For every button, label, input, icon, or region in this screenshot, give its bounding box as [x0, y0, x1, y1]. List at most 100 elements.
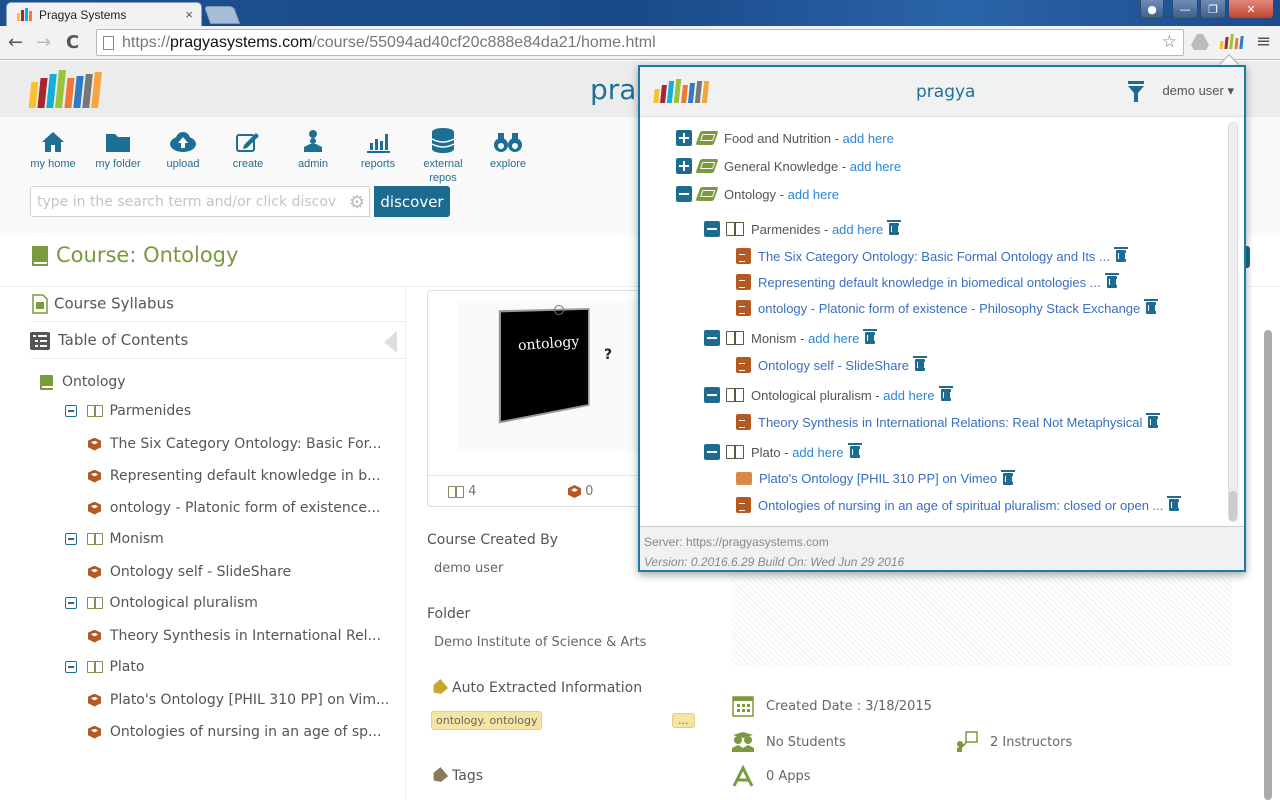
- collapse-icon[interactable]: [65, 661, 77, 673]
- filter-icon[interactable]: [1127, 80, 1145, 104]
- collapse-panel-icon[interactable]: [384, 331, 397, 353]
- toc-unit[interactable]: Parmenides: [65, 403, 191, 419]
- gear-icon[interactable]: ⚙: [349, 192, 365, 213]
- nav-admin[interactable]: admin: [283, 127, 343, 171]
- add-here-link[interactable]: add here: [843, 131, 894, 146]
- bookmark-star-icon[interactable]: ☆: [1162, 32, 1177, 52]
- maximize-button[interactable]: ❐: [1200, 0, 1226, 19]
- resource-row[interactable]: ontology - Platonic form of existence - …: [736, 299, 1159, 316]
- resource-link[interactable]: Ontologies of nursing in an age of spiri…: [758, 498, 1163, 513]
- minimize-button[interactable]: —: [1172, 0, 1198, 19]
- collapse-icon[interactable]: [704, 387, 720, 403]
- collapse-icon[interactable]: [676, 186, 692, 202]
- toc-unit[interactable]: Ontological pluralism: [65, 595, 258, 611]
- add-here-link[interactable]: add here: [788, 187, 839, 202]
- resource-row[interactable]: Theory Synthesis in International Relati…: [736, 413, 1161, 430]
- profile-icon[interactable]: ●: [1140, 0, 1164, 19]
- trash-icon[interactable]: [847, 443, 862, 458]
- search-input[interactable]: [37, 193, 337, 210]
- trash-icon[interactable]: [1104, 273, 1119, 288]
- course-card[interactable]: ontology ? 4 0: [427, 290, 644, 507]
- address-bar[interactable]: https://pragyasystems.com/course/55094ad…: [96, 29, 1184, 56]
- trash-icon[interactable]: [887, 220, 902, 235]
- nav-my-folder[interactable]: my folder: [88, 127, 148, 171]
- scrollbar-thumb[interactable]: [1229, 491, 1237, 521]
- toc-root[interactable]: Ontology: [40, 374, 126, 390]
- toc-item[interactable]: Representing default knowledge in b...: [88, 468, 380, 484]
- resource-row[interactable]: Representing default knowledge in biomed…: [736, 273, 1119, 290]
- nav-upload[interactable]: upload: [153, 127, 213, 171]
- collapse-icon[interactable]: [65, 533, 77, 545]
- popup-scrollbar[interactable]: [1228, 122, 1238, 522]
- toc-unit[interactable]: Monism: [65, 531, 164, 547]
- resource-link[interactable]: ontology - Platonic form of existence - …: [758, 301, 1140, 316]
- resource-link[interactable]: Theory Synthesis in International Relati…: [758, 415, 1142, 430]
- menu-icon[interactable]: ≡: [1256, 31, 1271, 52]
- nav-external-repos[interactable]: external repos: [413, 127, 473, 185]
- trash-icon[interactable]: [938, 386, 953, 401]
- toc-item[interactable]: The Six Category Ontology: Basic For...: [88, 436, 381, 452]
- user-menu[interactable]: demo user ▾: [1162, 83, 1234, 99]
- folder-row[interactable]: General Knowledge - add here: [676, 158, 901, 174]
- add-here-link[interactable]: add here: [832, 222, 883, 237]
- add-here-link[interactable]: add here: [850, 159, 901, 174]
- resource-row[interactable]: The Six Category Ontology: Basic Formal …: [736, 247, 1128, 264]
- back-button[interactable]: ←: [8, 32, 23, 53]
- resource-link[interactable]: Representing default knowledge in biomed…: [758, 275, 1101, 290]
- resource-row[interactable]: Ontologies of nursing in an age of spiri…: [736, 496, 1182, 513]
- collapse-icon[interactable]: [65, 405, 77, 417]
- table-of-contents-header[interactable]: Table of Contents: [30, 323, 405, 359]
- auto-extracted-chip[interactable]: ontology. ontology: [431, 711, 543, 730]
- toc-item[interactable]: Theory Synthesis in International Rel...: [88, 628, 381, 644]
- collapse-icon[interactable]: [704, 444, 720, 460]
- resource-row[interactable]: Ontology self - SlideShare: [736, 356, 928, 373]
- trash-icon[interactable]: [1113, 247, 1128, 262]
- toc-item[interactable]: Plato's Ontology [PHIL 310 PP] on Vim...: [88, 692, 389, 708]
- toc-item[interactable]: ontology - Platonic form of existence...: [88, 500, 380, 516]
- trash-icon[interactable]: [1001, 469, 1016, 485]
- more-button[interactable]: ...: [672, 713, 695, 728]
- resource-row[interactable]: Plato's Ontology [PHIL 310 PP] on Vimeo: [736, 469, 1016, 486]
- folder-row[interactable]: Ontology - add here: [676, 186, 839, 202]
- folder-row[interactable]: Food and Nutrition - add here: [676, 130, 894, 146]
- trash-icon[interactable]: [1144, 299, 1159, 314]
- toc-item[interactable]: Ontology self - SlideShare: [88, 564, 291, 580]
- drive-icon[interactable]: [1190, 33, 1210, 51]
- unit-row[interactable]: Parmenides - add here: [704, 220, 902, 237]
- forward-button[interactable]: →: [36, 32, 51, 53]
- nav-my-home[interactable]: my home: [23, 127, 83, 171]
- resource-link[interactable]: Plato's Ontology [PHIL 310 PP] on Vimeo: [759, 471, 997, 486]
- browser-tab[interactable]: Pragya Systems ×: [6, 2, 202, 26]
- trash-icon[interactable]: [863, 329, 878, 344]
- trash-icon[interactable]: [1167, 496, 1182, 511]
- pragya-logo[interactable]: [28, 70, 102, 108]
- nav-explore[interactable]: explore: [478, 127, 538, 171]
- collapse-icon[interactable]: [65, 597, 77, 609]
- trash-icon[interactable]: [913, 356, 928, 371]
- toc-item[interactable]: Ontologies of nursing in an age of sp...: [88, 724, 381, 740]
- discover-button[interactable]: discover: [374, 186, 450, 217]
- nav-reports[interactable]: reports: [348, 127, 408, 171]
- unit-row[interactable]: Ontological pluralism - add here: [704, 386, 953, 403]
- trash-icon[interactable]: [1146, 413, 1161, 428]
- resource-link[interactable]: Ontology self - SlideShare: [758, 358, 909, 373]
- collapse-icon[interactable]: [704, 221, 720, 237]
- close-window-button[interactable]: ✕: [1228, 0, 1274, 19]
- toc-unit[interactable]: Plato: [65, 659, 144, 675]
- expand-icon[interactable]: [676, 158, 692, 174]
- add-here-link[interactable]: add here: [792, 445, 843, 460]
- collapse-icon[interactable]: [704, 330, 720, 346]
- resource-link[interactable]: The Six Category Ontology: Basic Formal …: [758, 249, 1110, 264]
- close-tab-icon[interactable]: ×: [185, 7, 193, 22]
- add-here-link[interactable]: add here: [808, 331, 859, 346]
- nav-create[interactable]: create: [218, 127, 278, 171]
- pragya-extension-icon[interactable]: [1219, 34, 1244, 49]
- reload-button[interactable]: C: [66, 32, 79, 53]
- expand-icon[interactable]: [676, 130, 692, 146]
- new-tab-button[interactable]: [203, 6, 241, 24]
- course-syllabus-link[interactable]: Course Syllabus: [30, 287, 405, 322]
- add-here-link[interactable]: add here: [883, 388, 934, 403]
- unit-row[interactable]: Monism - add here: [704, 329, 878, 346]
- page-scrollbar[interactable]: [1264, 330, 1272, 800]
- unit-row[interactable]: Plato - add here: [704, 443, 862, 460]
